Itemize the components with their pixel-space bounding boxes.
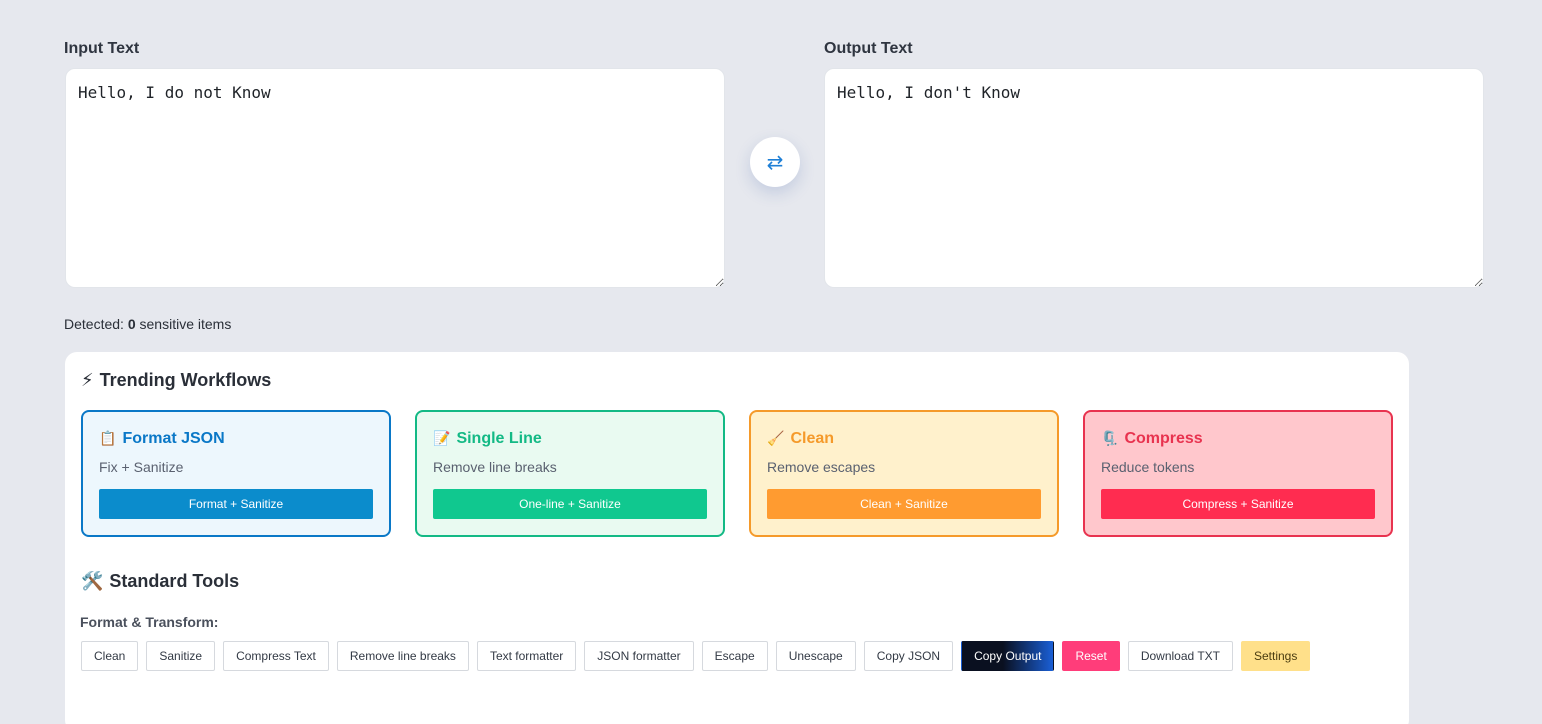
workflow-card-clean: 🧹 Clean Remove escapes Clean + Sanitize	[749, 410, 1059, 537]
output-textarea[interactable]	[824, 68, 1484, 288]
text-formatter-button[interactable]: Text formatter	[476, 641, 577, 671]
output-label: Output Text	[824, 40, 913, 57]
detected-count: 0	[127, 316, 136, 332]
clean-button[interactable]: Clean	[81, 641, 139, 671]
tools-icon: 🛠️	[81, 571, 104, 592]
settings-button[interactable]: Settings	[1240, 641, 1311, 671]
unescape-button[interactable]: Unescape	[775, 641, 856, 671]
standard-title-text: Standard Tools	[109, 571, 240, 591]
workflow-card-format-json: 📋 Format JSON Fix + Sanitize Format + Sanit…	[81, 410, 391, 537]
compress-sanitize-button[interactable]: Compress + Sanitize	[1101, 489, 1375, 519]
clipboard-icon: 📋	[99, 431, 117, 447]
compress-text-button[interactable]: Compress Text	[223, 641, 329, 671]
copy-json-button[interactable]: Copy JSON	[863, 641, 954, 671]
workflow-card-title-text: Format JSON	[122, 430, 225, 447]
memo-icon: 📝	[433, 431, 451, 447]
workflow-card-title-text: Compress	[1124, 430, 1203, 447]
escape-button[interactable]: Escape	[701, 641, 768, 671]
detected-suffix: sensitive items	[139, 316, 232, 332]
trending-title: ⚡ Trending Workflows	[81, 370, 271, 391]
broom-icon: 🧹	[767, 431, 785, 447]
single-line-sanitize-button[interactable]: One-line + Sanitize	[433, 489, 707, 519]
trending-title-text: Trending Workflows	[99, 370, 272, 390]
workflow-card-description: Remove line breaks	[433, 459, 557, 475]
workflow-card-title: 🧹 Clean	[767, 430, 834, 448]
workflow-card-title-text: Clean	[790, 430, 835, 447]
workflow-card-title-text: Single Line	[456, 430, 542, 447]
remove-line-breaks-button[interactable]: Remove line breaks	[336, 641, 469, 671]
input-textarea[interactable]	[65, 68, 725, 288]
workflow-card-title: 📝 Single Line	[433, 430, 542, 448]
copy-output-button[interactable]: Copy Output	[961, 641, 1055, 671]
detected-summary: Detected: 0 sensitive items	[64, 316, 231, 332]
clamp-icon: 🗜️	[1101, 431, 1119, 447]
workflow-card-description: Fix + Sanitize	[99, 459, 184, 475]
lightning-icon: ⚡	[81, 370, 94, 391]
sanitize-button[interactable]: Sanitize	[146, 641, 216, 671]
detected-prefix: Detected:	[64, 316, 124, 332]
workflow-card-title: 🗜️ Compress	[1101, 430, 1203, 448]
workflow-card-compress: 🗜️ Compress Reduce tokens Compress + Saniti…	[1083, 410, 1393, 537]
swap-button[interactable]: ⇄	[750, 137, 800, 187]
standard-tool-buttons: Clean Sanitize Compress Text Remove line br…	[81, 641, 1311, 671]
workflow-card-description: Remove escapes	[767, 459, 876, 475]
download-txt-button[interactable]: Download TXT	[1127, 641, 1233, 671]
format-transform-subhead: Format & Transform:	[80, 614, 219, 630]
swap-arrows-icon: ⇄	[766, 150, 784, 174]
clean-sanitize-button[interactable]: Clean + Sanitize	[767, 489, 1041, 519]
tools-panel: ⚡ Trending Workflows 📋 Format JSON Fix + S…	[65, 352, 1409, 724]
reset-button[interactable]: Reset	[1062, 641, 1120, 671]
workflow-card-description: Reduce tokens	[1101, 459, 1195, 475]
json-formatter-button[interactable]: JSON formatter	[584, 641, 694, 671]
workflow-card-single-line: 📝 Single Line Remove line breaks One-line +…	[415, 410, 725, 537]
format-json-sanitize-button[interactable]: Format + Sanitize	[99, 489, 373, 519]
workflow-card-title: 📋 Format JSON	[99, 430, 225, 448]
standard-title: 🛠️ Standard Tools	[81, 571, 239, 592]
input-label: Input Text	[64, 40, 140, 57]
